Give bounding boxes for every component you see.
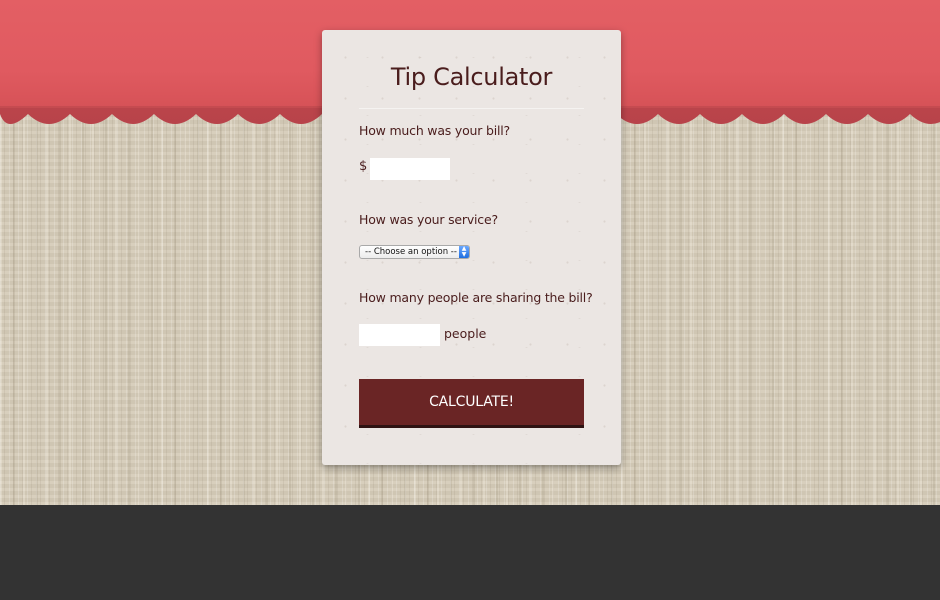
footer <box>0 505 940 600</box>
currency-symbol: $ <box>359 159 368 174</box>
service-quality-select[interactable]: -- Choose an option -- ▲ ▼ <box>359 245 470 259</box>
title-divider <box>359 108 584 109</box>
page: Tip Calculator How much was your bill? $… <box>0 0 940 600</box>
bill-question-label: How much was your bill? <box>359 123 510 138</box>
people-suffix-label: people <box>444 326 487 341</box>
calculate-button[interactable]: CALCULATE! <box>359 379 584 428</box>
people-count-input[interactable] <box>359 324 440 346</box>
bill-amount-input[interactable] <box>370 158 450 180</box>
select-arrows-icon: ▲ ▼ <box>459 246 469 258</box>
service-question-label: How was your service? <box>359 212 498 227</box>
page-title: Tip Calculator <box>390 63 553 91</box>
people-question-label: How many people are sharing the bill? <box>359 290 593 305</box>
service-select-value: -- Choose an option -- <box>365 247 457 257</box>
tip-calculator-card: Tip Calculator How much was your bill? $… <box>322 30 621 465</box>
